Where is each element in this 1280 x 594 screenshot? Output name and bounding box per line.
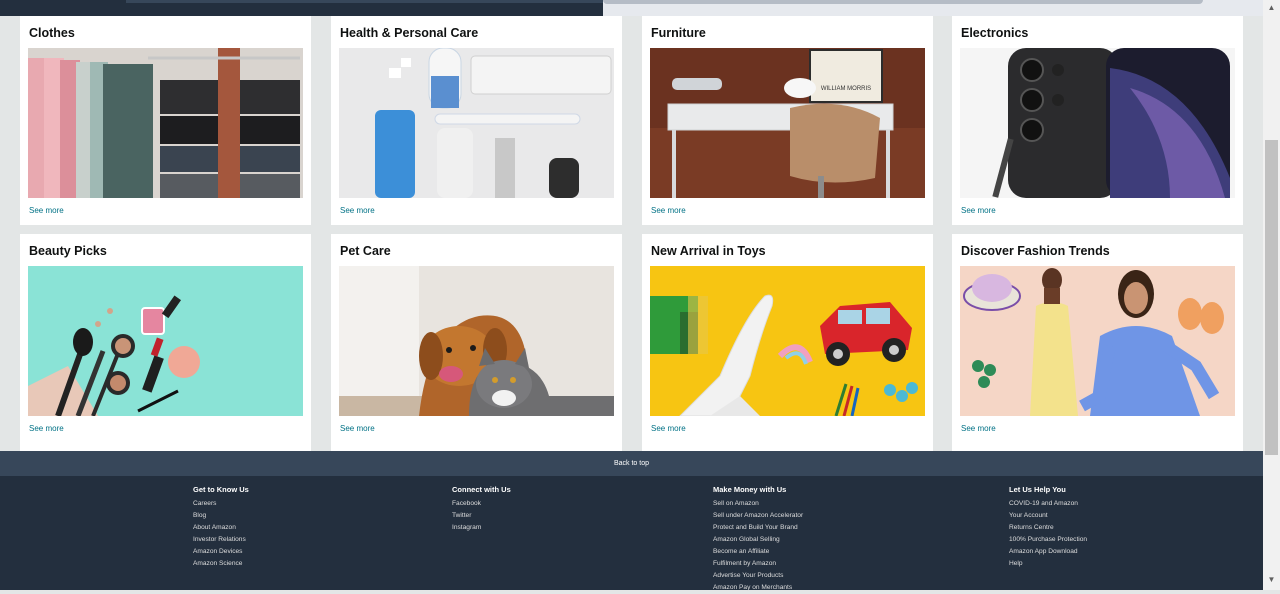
- back-to-top-button[interactable]: Back to top: [0, 451, 1263, 476]
- footer-link[interactable]: Help: [1009, 558, 1087, 570]
- card-title: Clothes: [29, 26, 75, 40]
- see-more-link[interactable]: See more: [29, 424, 64, 433]
- footer-link[interactable]: Sell on Amazon: [713, 498, 803, 510]
- footer-heading: Make Money with Us: [713, 485, 787, 494]
- footer-heading: Connect with Us: [452, 485, 511, 494]
- see-more-link[interactable]: See more: [340, 424, 375, 433]
- footer-link[interactable]: Returns Centre: [1009, 522, 1087, 534]
- card-title: Discover Fashion Trends: [961, 244, 1110, 258]
- footer-link[interactable]: COVID-19 and Amazon: [1009, 498, 1087, 510]
- desk-chair-photo[interactable]: WILLIAM MORRIS: [650, 48, 925, 198]
- arrow-up-icon[interactable]: ▲: [1263, 0, 1280, 16]
- banner-shape: [603, 0, 1203, 4]
- banner-light-section: [603, 0, 1263, 16]
- see-more-link[interactable]: See more: [29, 206, 64, 215]
- category-card-pet-care[interactable]: Pet Care See more: [331, 234, 622, 451]
- footer-column-make-money: Make Money with Us Sell on Amazon Sell u…: [713, 485, 803, 594]
- footer-link[interactable]: Amazon App Download: [1009, 546, 1087, 558]
- footer-link[interactable]: Investor Relations: [193, 534, 249, 546]
- vertical-scrollbar[interactable]: ▲ ▼: [1263, 0, 1280, 590]
- footer-link[interactable]: Advertise Your Products: [713, 570, 803, 582]
- smartphone-photo[interactable]: [960, 48, 1235, 198]
- footer-link[interactable]: Amazon Devices: [193, 546, 249, 558]
- card-title: Furniture: [651, 26, 706, 40]
- arrow-down-icon[interactable]: ▼: [1263, 572, 1280, 588]
- card-title: Electronics: [961, 26, 1029, 40]
- category-card-electronics[interactable]: Electronics See more: [952, 16, 1243, 225]
- see-more-link[interactable]: See more: [961, 206, 996, 215]
- footer-link[interactable]: Amazon Pay on Merchants: [713, 582, 803, 594]
- see-more-link[interactable]: See more: [651, 424, 686, 433]
- card-title: New Arrival in Toys: [651, 244, 766, 258]
- top-banner-strip: [0, 0, 1263, 16]
- see-more-link[interactable]: See more: [651, 206, 686, 215]
- footer-column-connect: Connect with Us Facebook Twitter Instagr…: [452, 485, 511, 534]
- footer-link[interactable]: 100% Purchase Protection: [1009, 534, 1087, 546]
- footer-heading: Get to Know Us: [193, 485, 249, 494]
- footer-link[interactable]: Amazon Science: [193, 558, 249, 570]
- category-card-clothes[interactable]: Clothes See more: [20, 16, 311, 225]
- footer-link[interactable]: Protect and Build Your Brand: [713, 522, 803, 534]
- footer-heading: Let Us Help You: [1009, 485, 1066, 494]
- footer-link[interactable]: Sell under Amazon Accelerator: [713, 510, 803, 522]
- category-card-health[interactable]: Health & Personal Care See more: [331, 16, 622, 225]
- footer-link[interactable]: Careers: [193, 498, 249, 510]
- footer: Get to Know Us Careers Blog About Amazon…: [0, 476, 1263, 591]
- category-grid: Clothes See more Health & Personal Care: [20, 16, 1243, 451]
- card-title: Pet Care: [340, 244, 391, 258]
- footer-column-help: Let Us Help You COVID-19 and Amazon Your…: [1009, 485, 1087, 570]
- fashion-models-photo[interactable]: [960, 266, 1235, 416]
- banner-bar: [126, 0, 603, 3]
- footer-link[interactable]: Fulfilment by Amazon: [713, 558, 803, 570]
- see-more-link[interactable]: See more: [340, 206, 375, 215]
- category-card-beauty[interactable]: Beauty Picks See more: [20, 234, 311, 451]
- poster-caption: WILLIAM MORRIS: [821, 86, 871, 92]
- toys-photo[interactable]: [650, 266, 925, 416]
- dog-and-cat-photo[interactable]: [339, 266, 614, 416]
- footer-link[interactable]: Your Account: [1009, 510, 1087, 522]
- card-title: Health & Personal Care: [340, 26, 479, 40]
- footer-link[interactable]: About Amazon: [193, 522, 249, 534]
- footer-link[interactable]: Blog: [193, 510, 249, 522]
- clothes-hanger-photo[interactable]: [28, 48, 303, 198]
- footer-link[interactable]: Amazon Global Selling: [713, 534, 803, 546]
- banner-dark-section: [0, 0, 603, 16]
- footer-column-get-to-know-us: Get to Know Us Careers Blog About Amazon…: [193, 485, 249, 570]
- category-card-furniture[interactable]: Furniture WILLIAM MORRIS See more: [642, 16, 933, 225]
- category-card-fashion[interactable]: Discover Fashion Trends See more: [952, 234, 1243, 451]
- footer-link[interactable]: Facebook: [452, 498, 511, 510]
- card-title: Beauty Picks: [29, 244, 107, 258]
- scrollbar-thumb[interactable]: [1265, 140, 1278, 455]
- footer-link[interactable]: Twitter: [452, 510, 511, 522]
- makeup-photo[interactable]: [28, 266, 303, 416]
- toiletries-photo[interactable]: [339, 48, 614, 198]
- footer-link[interactable]: Become an Affiliate: [713, 546, 803, 558]
- category-card-toys[interactable]: New Arrival in Toys See more: [642, 234, 933, 451]
- footer-link[interactable]: Instagram: [452, 522, 511, 534]
- see-more-link[interactable]: See more: [961, 424, 996, 433]
